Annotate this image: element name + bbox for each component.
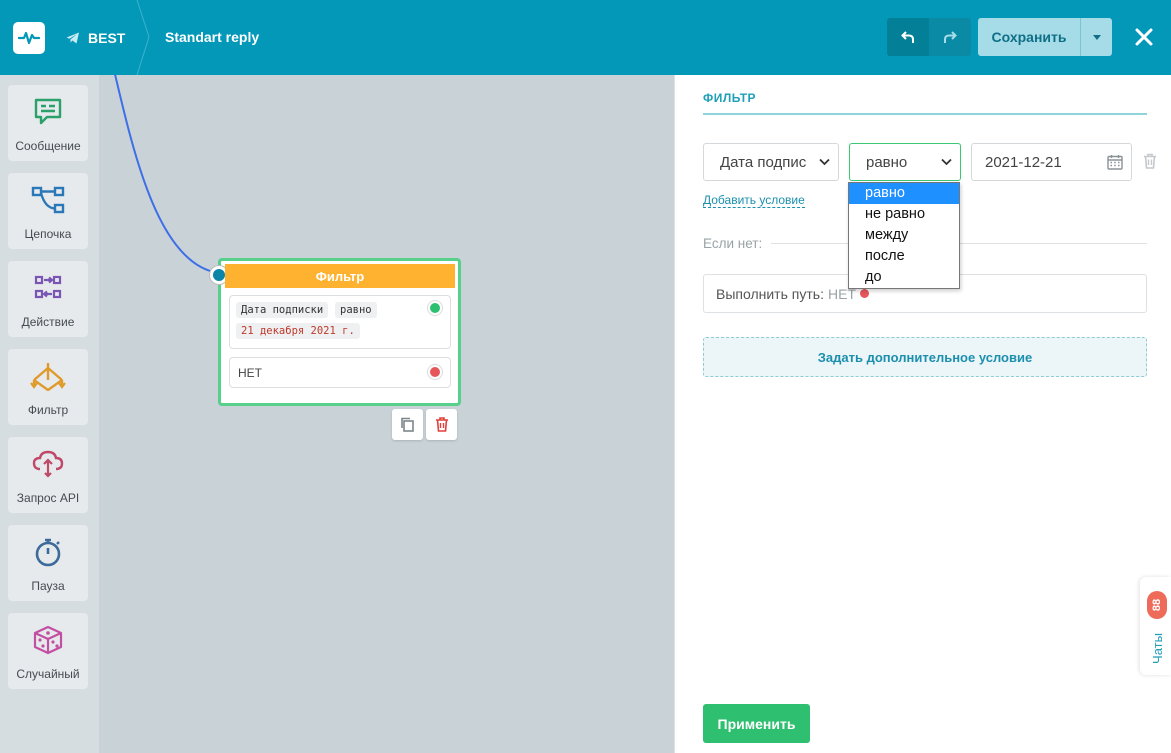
operator-dropdown-list: равно не равно между после до <box>848 182 960 289</box>
top-header: BEST Standart reply Сохранить <box>0 0 1171 75</box>
app-logo[interactable] <box>13 22 45 54</box>
close-icon <box>1135 28 1153 46</box>
date-input[interactable]: 2021-12-21 <box>971 143 1132 181</box>
filter-node[interactable]: Фильтр Дата подписки равно 21 декабря 20… <box>210 258 461 406</box>
tool-label: Пауза <box>31 579 65 593</box>
operator-select[interactable]: равно <box>849 143 961 181</box>
redo-button[interactable] <box>929 18 971 56</box>
condition-operator-tag: равно <box>335 302 377 318</box>
tool-label: Цепочка <box>24 227 72 241</box>
caret-down-icon <box>1092 34 1101 40</box>
dropdown-option[interactable]: равно <box>849 183 959 204</box>
tool-label: Запрос API <box>16 491 80 505</box>
action-icon <box>30 270 66 306</box>
panel-title-divider <box>703 113 1147 115</box>
path-label: Выполнить путь: <box>716 285 824 302</box>
dropdown-option[interactable]: не равно <box>849 204 959 225</box>
delete-node-button[interactable] <box>426 409 457 440</box>
chats-tab[interactable]: 88 Чаты <box>1140 577 1171 675</box>
undo-icon <box>901 31 914 43</box>
path-status-dot <box>859 289 869 298</box>
copy-icon <box>401 417 414 432</box>
branch-no-port[interactable] <box>428 365 442 379</box>
pulse-icon <box>18 31 40 45</box>
condition-field-tag: Дата подписки <box>236 302 329 318</box>
breadcrumb-bot[interactable]: BEST <box>66 29 125 47</box>
redo-icon <box>944 31 957 43</box>
tool-action[interactable]: Действие <box>8 261 88 337</box>
tool-random[interactable]: Случайный <box>8 613 88 689</box>
operator-select-value: равно <box>866 153 908 171</box>
add-extra-condition-button[interactable]: Задать дополнительное условие <box>703 337 1147 377</box>
tool-chain[interactable]: Цепочка <box>8 173 88 249</box>
dice-icon <box>30 622 66 658</box>
chats-label-text: Чаты <box>1149 632 1165 664</box>
tool-message[interactable]: Сообщение <box>8 85 88 161</box>
add-condition-link[interactable]: Добавить условие <box>703 193 805 208</box>
else-branch-label: НЕТ <box>238 366 262 380</box>
node-actions <box>392 409 457 440</box>
chevron-down-icon <box>941 158 952 166</box>
tool-label: Фильтр <box>27 403 69 417</box>
dropdown-option[interactable]: между <box>849 225 959 246</box>
filter-icon <box>30 358 66 394</box>
flow-canvas[interactable]: Фильтр Дата подписки равно 21 декабря 20… <box>99 75 674 753</box>
tool-label: Случайный <box>16 667 80 681</box>
chats-count-badge: 88 <box>1147 591 1167 619</box>
history-controls <box>887 18 971 56</box>
chats-count: 88 <box>1151 598 1163 612</box>
flow-title: Standart reply <box>165 29 260 45</box>
tool-filter[interactable]: Фильтр <box>8 349 88 425</box>
save-button[interactable]: Сохранить <box>978 18 1080 56</box>
block-toolbar: Сообщение Цепочка Действие Фильтр Запрос… <box>0 75 99 753</box>
chats-label: Чаты <box>1142 631 1171 665</box>
tool-pause[interactable]: Пауза <box>8 525 88 601</box>
tool-label: Действие <box>21 315 75 329</box>
chain-icon <box>30 182 66 218</box>
date-input-value: 2021-12-21 <box>985 153 1062 171</box>
node-condition-branch[interactable]: Дата подписки равно 21 декабря 2021 г. <box>229 295 451 349</box>
save-control: Сохранить <box>978 18 1112 56</box>
bot-name: BEST <box>88 30 126 46</box>
undo-button[interactable] <box>887 18 929 56</box>
field-select-value: Дата подпис <box>720 153 807 171</box>
copy-node-button[interactable] <box>392 409 423 440</box>
delete-condition-icon[interactable] <box>1143 153 1157 169</box>
api-cloud-icon <box>30 446 66 482</box>
node-else-branch[interactable]: НЕТ <box>229 357 451 388</box>
filter-settings-panel: ФИЛЬТР Дата подпис равно 2021-12-21 Доба… <box>674 75 1171 753</box>
trash-icon <box>435 417 448 432</box>
apply-button[interactable]: Применить <box>703 704 810 743</box>
field-select[interactable]: Дата подпис <box>703 143 839 181</box>
breadcrumb-separator <box>136 0 150 75</box>
tool-label: Сообщение <box>15 139 81 153</box>
close-button[interactable] <box>1131 24 1157 50</box>
message-icon <box>30 94 66 130</box>
dropdown-option[interactable]: до <box>849 267 959 288</box>
node-title: Фильтр <box>225 264 455 288</box>
telegram-icon <box>66 32 79 44</box>
connection-line <box>114 75 220 274</box>
branch-yes-port[interactable] <box>428 301 442 315</box>
chevron-down-icon <box>819 158 830 166</box>
condition-value-tag: 21 декабря 2021 г. <box>236 323 360 339</box>
panel-title: ФИЛЬТР <box>703 91 757 105</box>
save-options-button[interactable] <box>1080 18 1112 56</box>
stopwatch-icon <box>30 534 66 570</box>
dropdown-option[interactable]: после <box>849 246 959 267</box>
calendar-icon[interactable] <box>1107 154 1123 170</box>
else-label: Если нет: <box>703 236 763 251</box>
tool-api-request[interactable]: Запрос API <box>8 437 88 513</box>
